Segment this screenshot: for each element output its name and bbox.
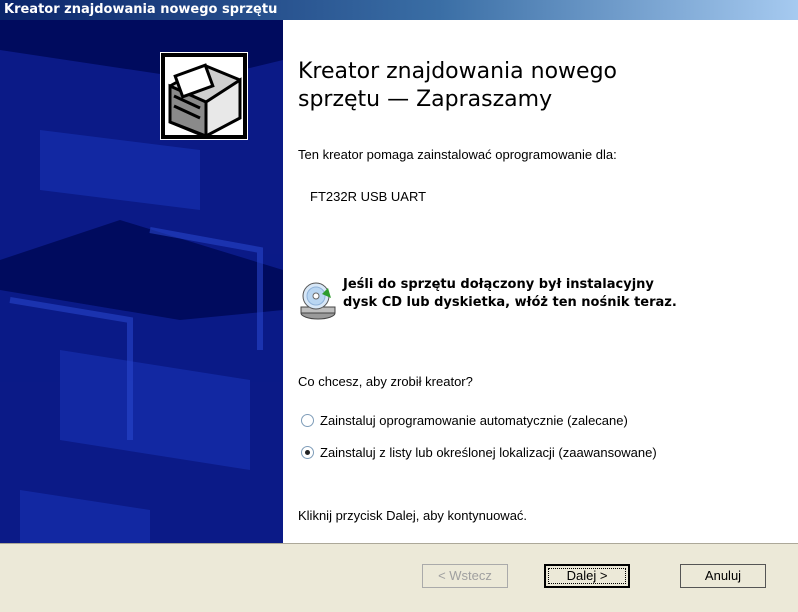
button-bar: < Wstecz Dalej > Anuluj: [0, 543, 798, 612]
wizard-window: Kreator znajdowania nowego sprzętu Kreat…: [0, 0, 798, 612]
radio-advanced[interactable]: [301, 445, 314, 459]
cd-instruction: Jeśli do sprzętu dołączony był instalacy…: [298, 272, 793, 320]
next-button[interactable]: Dalej >: [544, 564, 630, 588]
title-line-1: Kreator znajdowania nowego: [298, 59, 617, 84]
intro-text: Ten kreator pomaga zainstalować oprogram…: [298, 147, 617, 162]
question-text: Co chcesz, aby zrobił kreator?: [298, 374, 473, 389]
cd-drive-icon: [300, 282, 336, 320]
wizard-content: Kreator znajdowania nowego sprzętu — Zap…: [283, 20, 798, 543]
back-button[interactable]: < Wstecz: [422, 564, 508, 588]
title-line-2: sprzętu — Zapraszamy: [298, 87, 553, 112]
radio-option-advanced[interactable]: Zainstaluj z listy lub określonej lokali…: [301, 443, 657, 461]
cancel-button[interactable]: Anuluj: [680, 564, 766, 588]
radio-advanced-label[interactable]: Zainstaluj z listy lub określonej lokali…: [320, 445, 657, 460]
continue-hint: Kliknij przycisk Dalej, aby kontynuować.: [298, 508, 528, 523]
device-name: FT232R USB UART: [310, 189, 427, 204]
title-bar[interactable]: Kreator znajdowania nowego sprzętu: [0, 0, 798, 20]
hardware-box-icon: [160, 52, 248, 140]
wizard-side-banner: [0, 20, 283, 543]
page-title: Kreator znajdowania nowego sprzętu — Zap…: [298, 58, 778, 114]
radio-automatic[interactable]: [301, 413, 314, 427]
cd-text-line-2: dysk CD lub dyskietka, włóż ten nośnik t…: [343, 295, 677, 310]
radio-automatic-label[interactable]: Zainstaluj oprogramowanie automatycznie …: [320, 413, 628, 428]
cd-text-line-1: Jeśli do sprzętu dołączony był instalacy…: [343, 277, 654, 292]
radio-option-automatic[interactable]: Zainstaluj oprogramowanie automatycznie …: [301, 411, 628, 429]
cd-text: Jeśli do sprzętu dołączony był instalacy…: [343, 276, 677, 312]
